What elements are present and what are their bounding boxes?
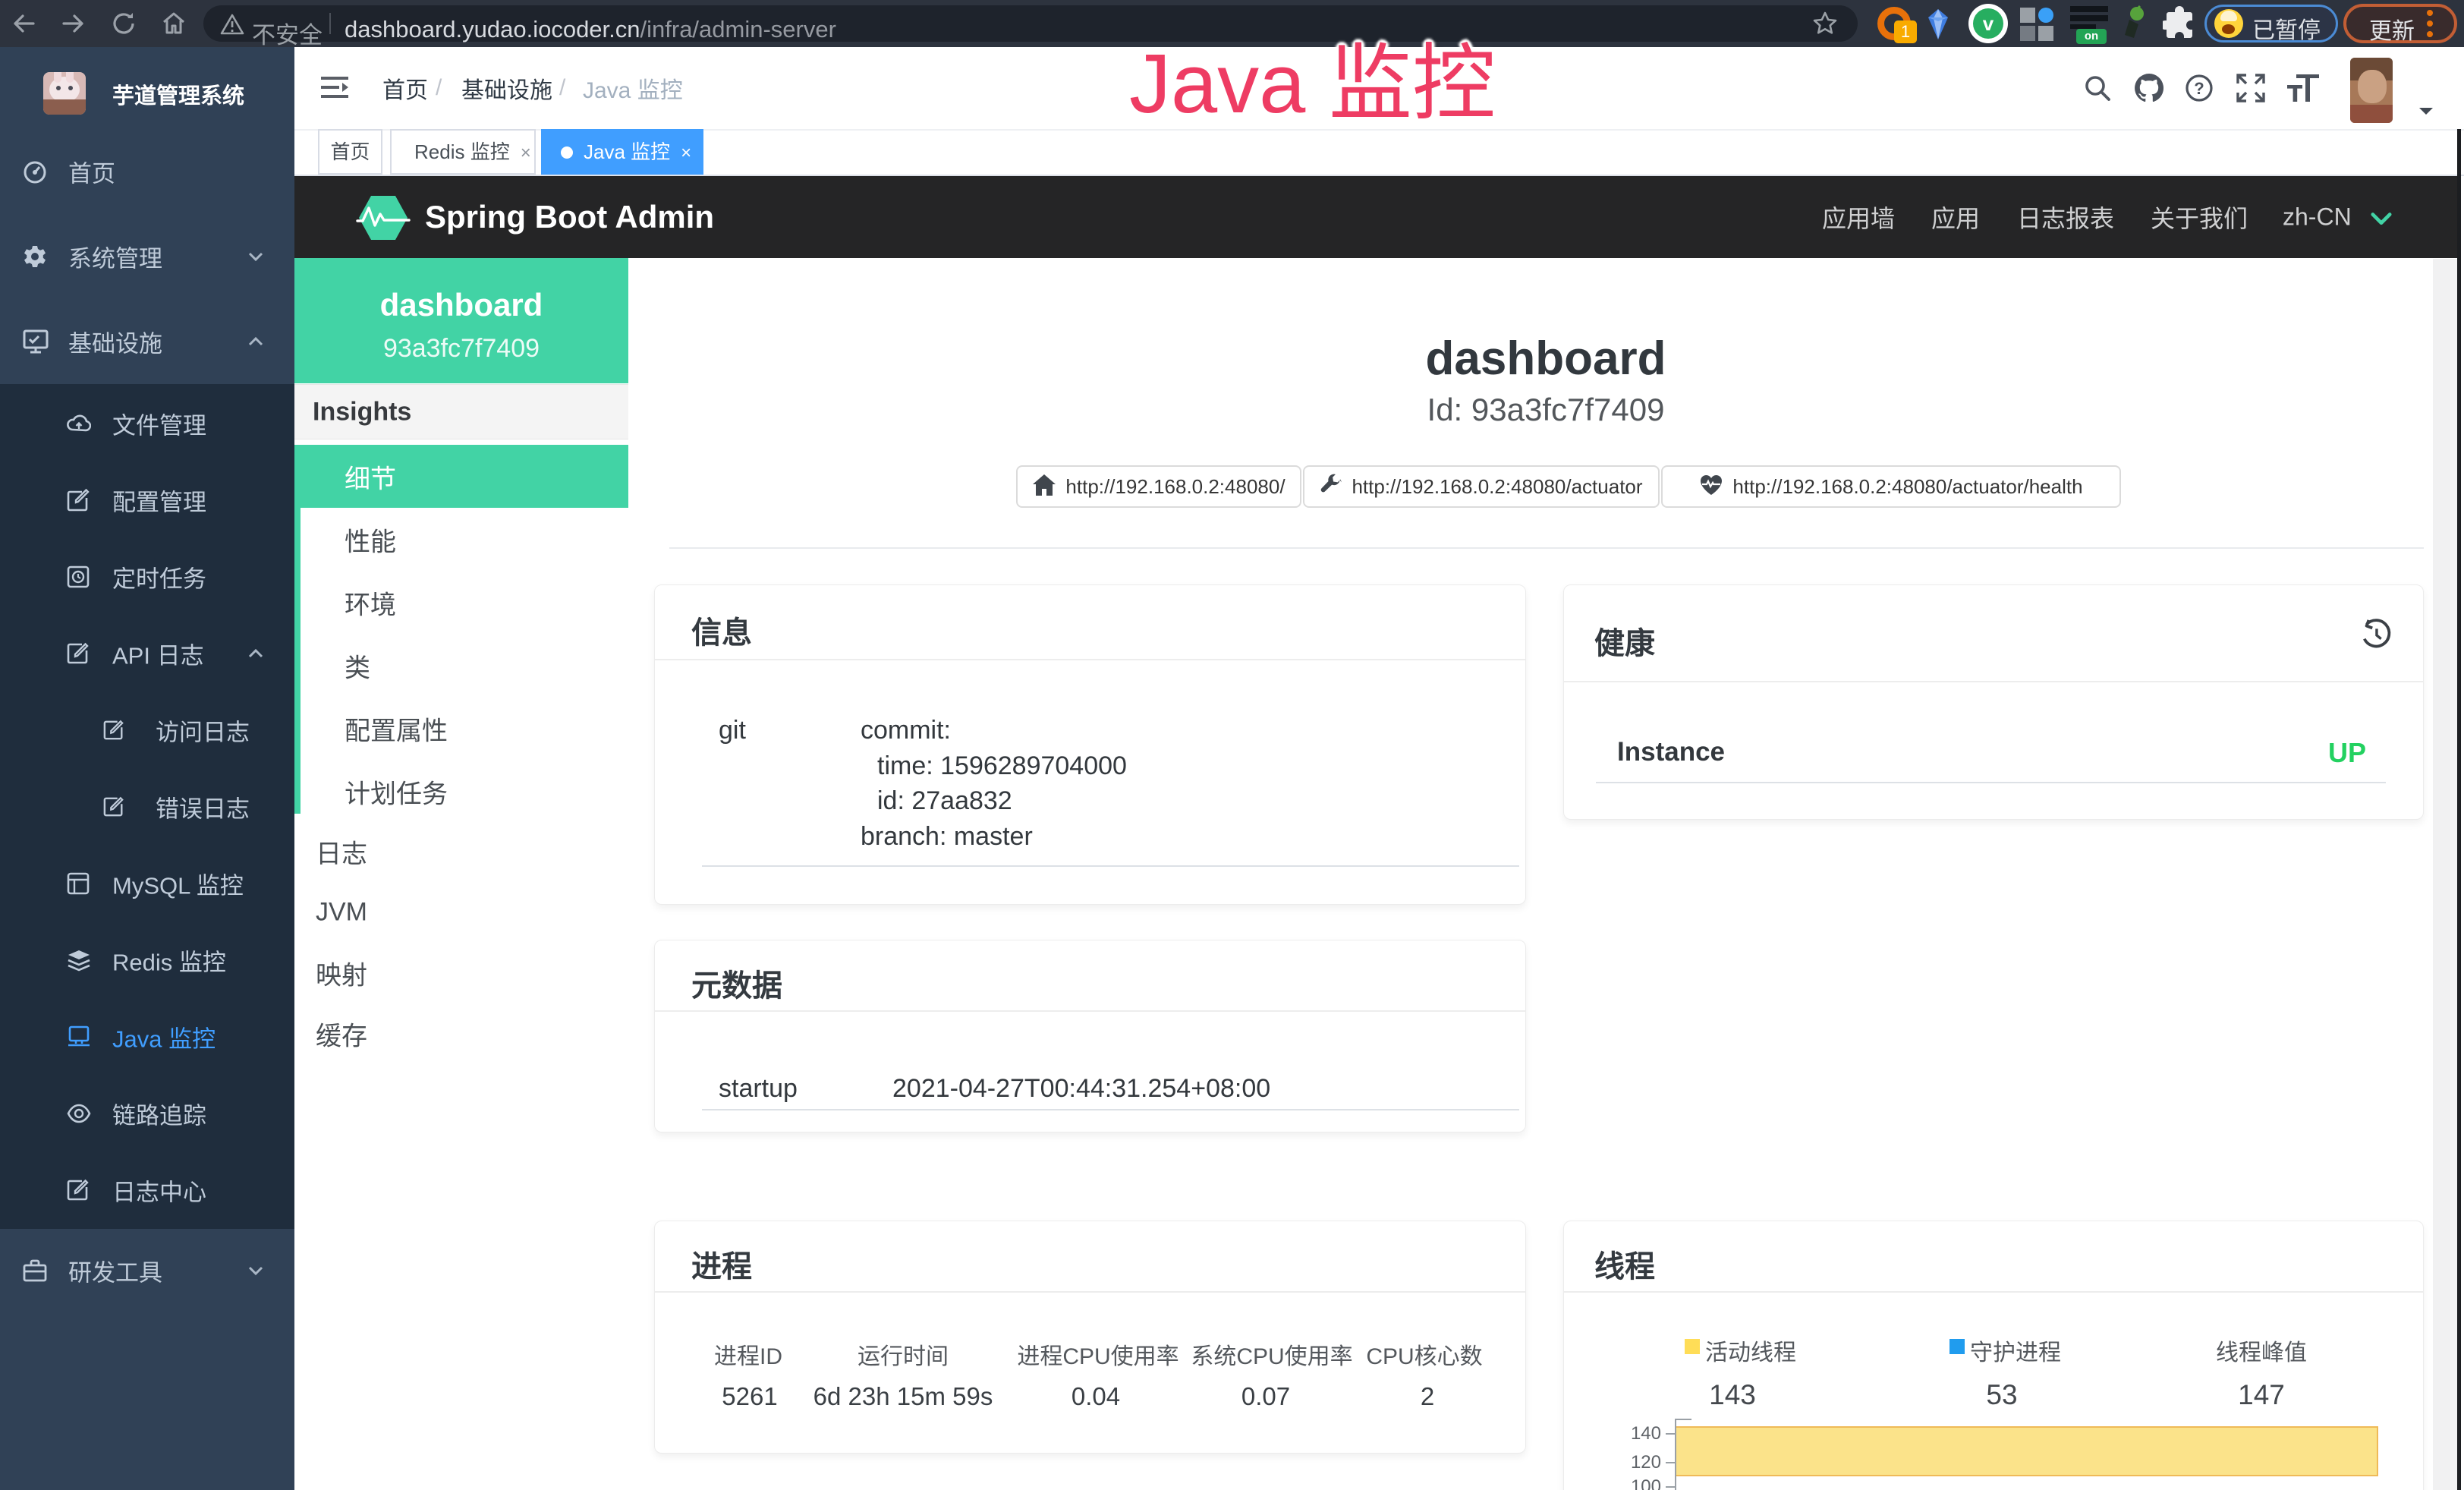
svg-text:?: ? [2194, 79, 2204, 98]
